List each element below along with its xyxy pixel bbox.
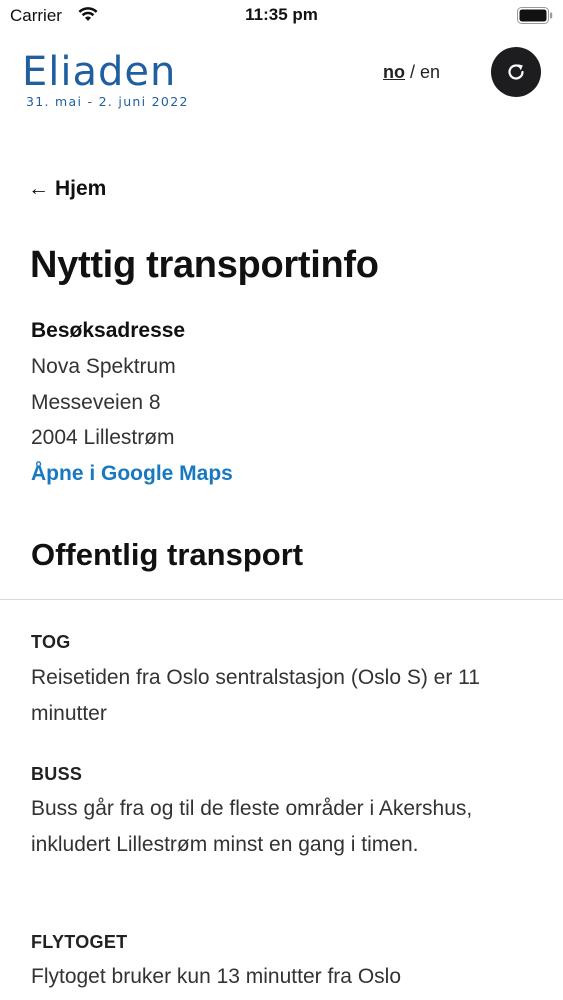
status-bar: Carrier 11:35 pm (0, 0, 563, 32)
transport-text-bus: Buss går fra og til de fleste områder i … (31, 797, 473, 856)
eliaden-logo[interactable]: Eliaden 31. mai - 2. juni 2022 (22, 50, 222, 114)
transport-label-flytoget: FLYTOGET (31, 932, 128, 952)
language-en-link[interactable]: en (420, 62, 440, 82)
transport-text-train: Reisetiden fra Oslo sentralstasjon (Oslo… (31, 666, 480, 725)
address-heading: Besøksadresse (31, 319, 186, 342)
refresh-icon (508, 64, 524, 80)
back-link[interactable]: ← Hjem (28, 177, 106, 201)
google-maps-link[interactable]: Åpne i Google Maps (31, 462, 233, 486)
page-title: Nyttig transportinfo (30, 244, 379, 286)
section-divider (0, 599, 563, 600)
battery-icon (517, 7, 553, 24)
public-transport-title: Offentlig transport (31, 537, 304, 572)
logo-subtitle: 31. mai - 2. juni 2022 (26, 94, 189, 109)
address-line: Nova Spektrum (31, 355, 176, 378)
language-no-link[interactable]: no (383, 62, 405, 82)
transport-text-flytoget: Flytoget bruker kun 13 minutter fra Oslo (31, 965, 401, 988)
transport-label-train: TOG (31, 632, 71, 652)
language-separator: / (405, 62, 421, 82)
back-arrow-icon: ← (28, 177, 49, 200)
logo-title: Eliaden (22, 49, 177, 95)
address-line: Messeveien 8 (31, 391, 161, 414)
transport-label-bus: BUSS (31, 764, 83, 784)
language-switcher: no / en (383, 62, 440, 83)
back-label: Hjem (55, 177, 107, 200)
address-line: 2004 Lillestrøm (31, 426, 175, 449)
clock: 11:35 pm (245, 5, 318, 24)
refresh-button[interactable] (491, 47, 541, 97)
